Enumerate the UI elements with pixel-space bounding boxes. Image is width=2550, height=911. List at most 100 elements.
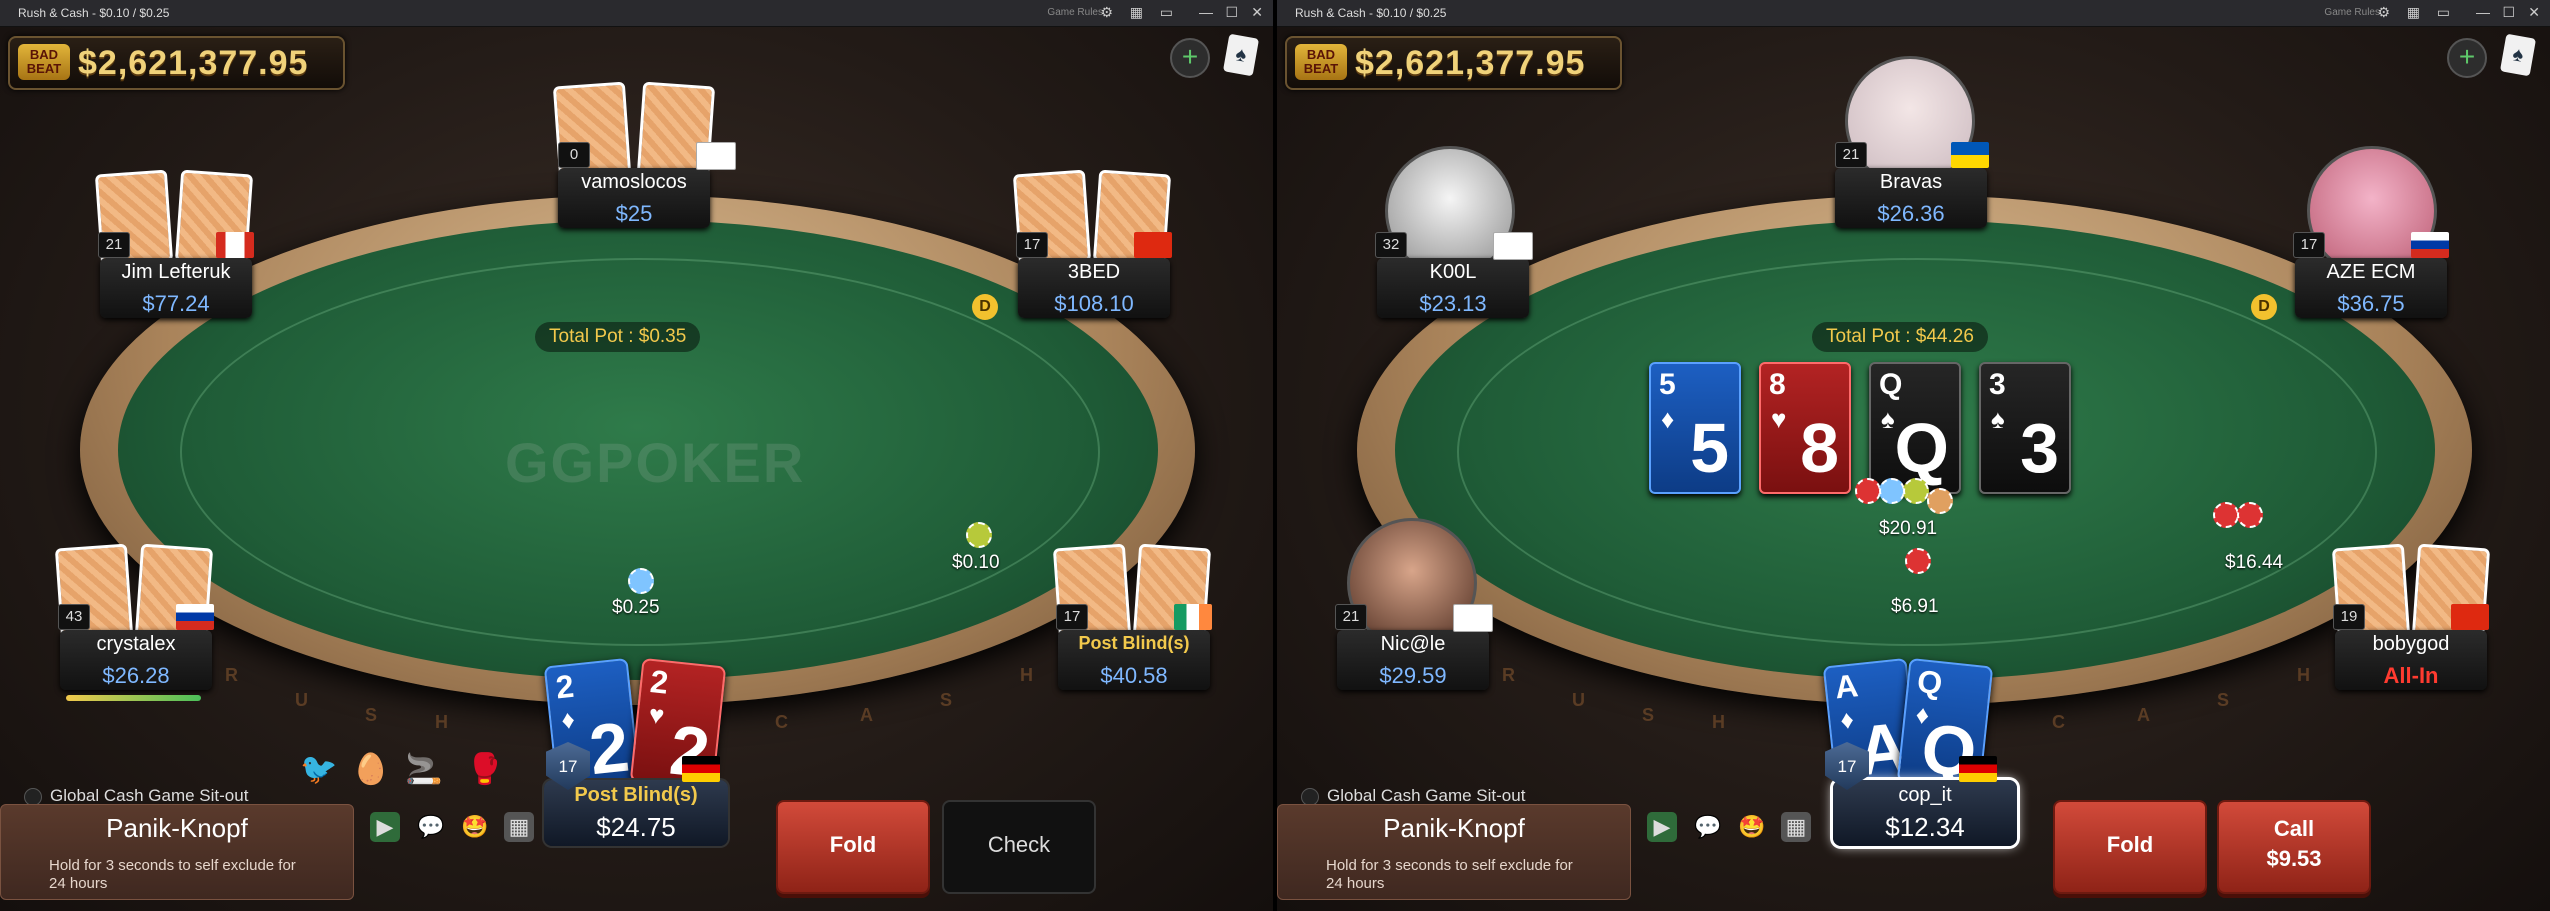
sitout-option[interactable]: Global Cash Game Sit-out bbox=[24, 786, 248, 806]
card-deck-icon[interactable]: ♠ bbox=[2499, 33, 2537, 77]
boxing-glove-icon[interactable]: 🥊 bbox=[466, 752, 503, 787]
calculator-icon[interactable]: ▦ bbox=[1781, 812, 1811, 842]
card-deck-icon[interactable]: ♠ bbox=[1222, 33, 1260, 77]
game-rules-link[interactable]: Game Rules bbox=[2324, 7, 2380, 18]
egg-icon[interactable]: 🥚 bbox=[352, 752, 389, 787]
flag-russia-icon bbox=[2411, 232, 2449, 258]
sitout-checkbox[interactable] bbox=[1301, 787, 1319, 806]
player-nameplate: 3BED $108.10 bbox=[1018, 258, 1170, 318]
player-level: 21 bbox=[1835, 142, 1867, 168]
player-nameplate: Jim Lefteruk $77.24 bbox=[100, 258, 252, 318]
player-level: 0 bbox=[558, 142, 590, 168]
hero-stack: $12.34 bbox=[1885, 812, 1965, 842]
pot-chip bbox=[1903, 478, 1929, 504]
player-nameplate: K00L $23.13 bbox=[1377, 258, 1529, 318]
close-icon[interactable]: ✕ bbox=[1251, 4, 1263, 21]
hero-name: cop_it bbox=[1898, 784, 1952, 806]
player-nameplate: Bravas $26.36 bbox=[1835, 168, 1987, 228]
player-level: 43 bbox=[58, 604, 90, 630]
settings-icon[interactable]: ⚙ bbox=[2377, 4, 2390, 21]
video-icon[interactable]: ▶ bbox=[370, 812, 400, 842]
flag-cyprus-icon bbox=[1493, 232, 1533, 260]
check-button[interactable]: Check bbox=[942, 800, 1096, 894]
jackpot-amount: $2,621,377.95 bbox=[78, 44, 309, 82]
bet-amount: $0.10 bbox=[952, 552, 1000, 573]
rail-letter: R bbox=[225, 665, 238, 685]
board-card: 8 ♥ 8 bbox=[1759, 362, 1851, 494]
flag-russia-icon bbox=[176, 604, 214, 630]
jackpot-amount: $2,621,377.95 bbox=[1355, 44, 1586, 82]
total-pot: Total Pot : $44.26 bbox=[1812, 322, 1988, 352]
board-card: 3 ♠ 3 bbox=[1979, 362, 2071, 494]
player-stack: $26.28 bbox=[102, 663, 170, 688]
bet-amount: $0.25 bbox=[612, 597, 660, 618]
ggpoker-logo: GGPOKER bbox=[505, 431, 806, 494]
settings-icon[interactable]: ⚙ bbox=[1100, 4, 1113, 21]
player-name: Jim Lefteruk bbox=[121, 261, 231, 283]
sitout-checkbox[interactable] bbox=[24, 787, 42, 806]
emoji-icon[interactable]: 🤩 bbox=[460, 812, 490, 842]
player-level: 21 bbox=[98, 232, 130, 258]
panic-description: Hold for 3 seconds to self exclude for 2… bbox=[1326, 857, 1573, 892]
chat-icon[interactable]: ▭ bbox=[1160, 4, 1173, 21]
player-stack: All-In bbox=[2383, 663, 2439, 688]
flag-germany-icon bbox=[1959, 756, 1997, 782]
calculator-icon[interactable]: ▦ bbox=[504, 812, 534, 842]
flag-china-icon bbox=[2451, 604, 2489, 630]
left-table-window: Rush & Cash - $0.10 / $0.25 Game Rules ⚙… bbox=[0, 0, 1273, 911]
video-icon[interactable]: ▶ bbox=[1647, 812, 1677, 842]
add-table-icon[interactable]: + bbox=[2447, 38, 2487, 78]
rail-letter: S bbox=[940, 690, 953, 710]
bet-amount: $16.44 bbox=[2225, 552, 2284, 573]
player-name: Nic@le bbox=[1380, 633, 1446, 655]
game-rules-link[interactable]: Game Rules bbox=[1047, 7, 1103, 18]
window-title: Rush & Cash - $0.10 / $0.25 bbox=[18, 6, 170, 20]
chat-icon[interactable]: ▭ bbox=[2437, 4, 2450, 21]
window-title: Rush & Cash - $0.10 / $0.25 bbox=[1295, 6, 1447, 20]
flag-cyprus-icon bbox=[1453, 604, 1493, 632]
rail-letter: H bbox=[435, 712, 448, 732]
rail-letter: C bbox=[2052, 712, 2065, 732]
player-stack: $77.24 bbox=[142, 291, 210, 316]
player-nameplate: crystalex $26.28 bbox=[60, 630, 212, 690]
bad-beat-jackpot: BAD BEAT $2,621,377.95 bbox=[8, 36, 345, 90]
rail-letter: U bbox=[295, 690, 308, 710]
bad-beat-jackpot: BAD BEAT $2,621,377.95 bbox=[1285, 36, 1622, 90]
panic-title: Panik-Knopf bbox=[1383, 813, 1525, 843]
fold-button[interactable]: Fold bbox=[2053, 800, 2207, 894]
call-button[interactable]: Call $9.53 bbox=[2217, 800, 2371, 894]
chat-bubble-icon[interactable]: 💬 bbox=[416, 812, 446, 842]
panic-title: Panik-Knopf bbox=[106, 813, 248, 843]
bet-chip bbox=[628, 568, 654, 594]
bad-beat-badge: BAD BEAT bbox=[18, 44, 70, 80]
call-label: Call bbox=[2273, 816, 2315, 841]
close-icon[interactable]: ✕ bbox=[2528, 4, 2540, 21]
board-card: Q ♠ Q bbox=[1869, 362, 1961, 494]
panic-button[interactable]: Panik-Knopf Hold for 3 seconds to self e… bbox=[0, 804, 354, 900]
chat-bubble-icon[interactable]: 💬 bbox=[1693, 812, 1723, 842]
minimize-icon[interactable]: — bbox=[1199, 4, 1213, 20]
board-card: 5 ♦ 5 bbox=[1649, 362, 1741, 494]
bet-chip bbox=[1905, 548, 1931, 574]
fold-button[interactable]: Fold bbox=[776, 800, 930, 894]
maximize-icon[interactable]: ☐ bbox=[1225, 4, 1238, 21]
title-bar: Rush & Cash - $0.10 / $0.25 Game Rules ⚙… bbox=[1277, 0, 2550, 27]
maximize-icon[interactable]: ☐ bbox=[2502, 4, 2515, 21]
cigar-icon[interactable]: 🚬 bbox=[405, 752, 442, 787]
layout-icon[interactable]: ▦ bbox=[1130, 4, 1143, 21]
sitout-option[interactable]: Global Cash Game Sit-out bbox=[1301, 786, 1525, 806]
player-level: 21 bbox=[1335, 604, 1367, 630]
emoji-icon[interactable]: 🤩 bbox=[1737, 812, 1767, 842]
player-name: Bravas bbox=[1879, 171, 1943, 193]
player-name: 3BED bbox=[1067, 261, 1121, 283]
player-nameplate: Nic@le $29.59 bbox=[1337, 630, 1489, 690]
throwable-icon[interactable]: 🐦 bbox=[300, 752, 337, 787]
layout-icon[interactable]: ▦ bbox=[2407, 4, 2420, 21]
minimize-icon[interactable]: — bbox=[2476, 4, 2490, 20]
add-table-icon[interactable]: + bbox=[1170, 38, 1210, 78]
panic-button[interactable]: Panik-Knopf Hold for 3 seconds to self e… bbox=[1277, 804, 1631, 900]
bet-chip bbox=[2213, 502, 2239, 528]
dealer-button: D bbox=[2251, 294, 2277, 320]
bet-amount: $6.91 bbox=[1891, 596, 1939, 617]
player-level: 17 bbox=[1016, 232, 1048, 258]
